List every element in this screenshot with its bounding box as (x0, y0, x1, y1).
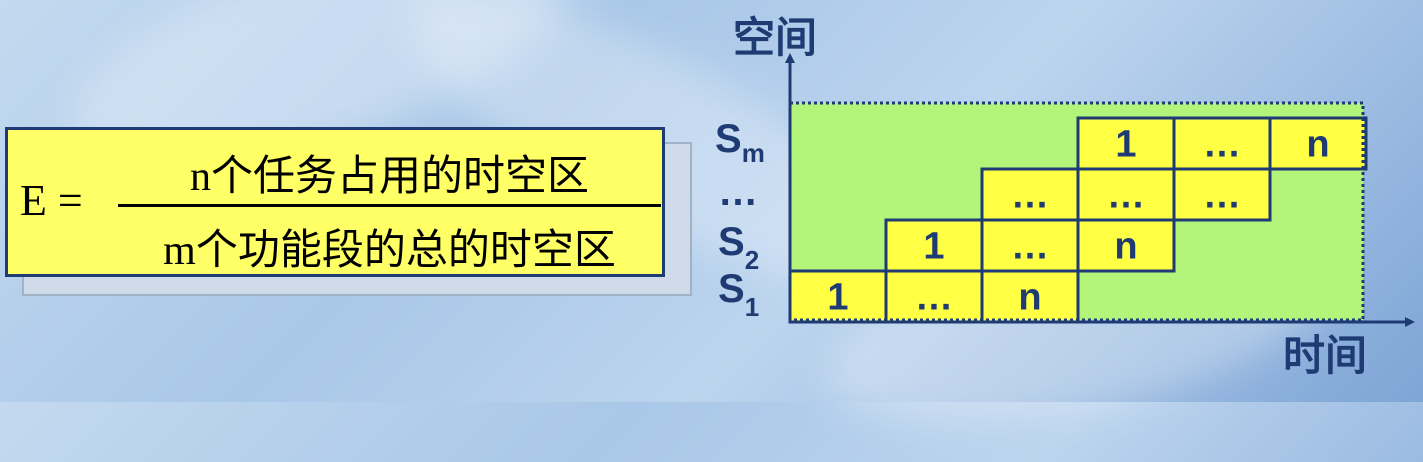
pipeline-cell-label: … (1203, 175, 1241, 217)
x-axis-label: 时间 (1283, 332, 1367, 379)
pipeline-cell-label: n (1018, 277, 1041, 319)
stage-label-s1-letter: S (718, 267, 745, 311)
stage-label-s2-letter: S (718, 220, 745, 264)
pipeline-cell-label: 1 (1115, 124, 1136, 166)
pipeline-cell-label: n (1306, 124, 1329, 166)
stage-label-sm: Sm (715, 117, 765, 168)
pipeline-cell-label: … (1011, 226, 1049, 268)
stage-label-s2-sub: 2 (745, 245, 759, 275)
stage-label-s1-sub: 1 (745, 292, 759, 322)
stage-label-ellipsis: … (718, 170, 758, 214)
pipeline-cell-label: … (1107, 175, 1145, 217)
space-time-diagram: 1… n1… n…… …1… n 空间 时间 Sm … S2 S1 (715, 14, 1415, 379)
pipeline-cell-label: n (1114, 226, 1137, 268)
pipeline-cell-label: … (1203, 124, 1241, 166)
stage-label-sm-sub: m (742, 138, 765, 168)
pipeline-cell-label: 1 (923, 226, 944, 268)
stage-label-s1: S1 (718, 267, 759, 322)
pipeline-cell-label: … (915, 277, 953, 319)
pipeline-cell-label: … (1011, 175, 1049, 217)
pipeline-cell-label: 1 (827, 277, 848, 319)
y-axis-label: 空间 (733, 14, 817, 61)
stage-label-sm-letter: S (715, 117, 742, 161)
